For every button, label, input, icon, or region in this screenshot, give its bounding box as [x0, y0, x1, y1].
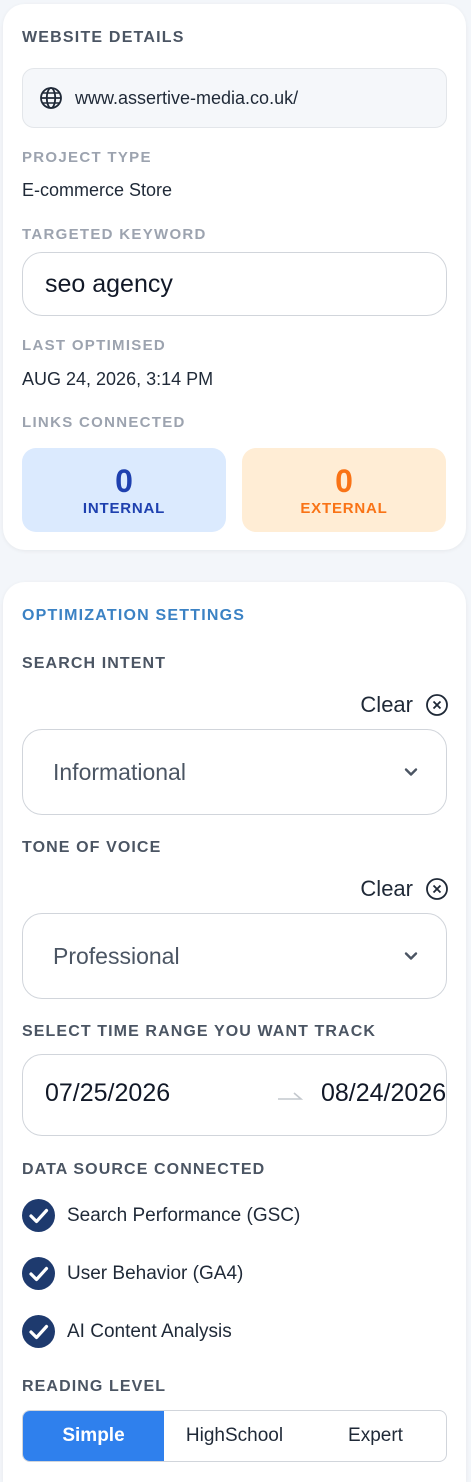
- data-source-ai[interactable]: AI Content Analysis: [22, 1315, 232, 1348]
- search-intent-value: Informational: [53, 758, 186, 785]
- check-circle-icon[interactable]: [22, 1199, 55, 1232]
- date-range-picker[interactable]: 07/25/2026 08/24/2026: [22, 1054, 447, 1136]
- reading-level-simple[interactable]: Simple: [23, 1411, 164, 1461]
- optimization-settings-title: OPTIMIZATION SETTINGS: [22, 607, 246, 624]
- project-type-label: PROJECT TYPE: [22, 149, 152, 166]
- external-links-label: EXTERNAL: [300, 499, 388, 517]
- data-source-label-gsc: Search Performance (GSC): [67, 1204, 301, 1226]
- reading-level-label: READING LEVEL: [22, 1378, 167, 1395]
- website-details-card: WEBSITE DETAILS www.assertive-media.co.u…: [3, 4, 466, 550]
- tone-clear-button[interactable]: Clear: [360, 876, 449, 902]
- website-details-title: WEBSITE DETAILS: [22, 29, 185, 46]
- chevron-down-icon: [402, 947, 420, 965]
- date-range-end[interactable]: 08/24/2026: [321, 1079, 446, 1108]
- data-source-label-ai: AI Content Analysis: [67, 1320, 232, 1342]
- search-intent-clear-button[interactable]: Clear: [360, 692, 449, 718]
- time-range-label: SELECT TIME RANGE YOU WANT TRACK: [22, 1023, 377, 1040]
- targeted-keyword-field[interactable]: seo agency: [22, 252, 447, 316]
- internal-links-label: INTERNAL: [82, 499, 166, 517]
- date-range-start[interactable]: 07/25/2026: [45, 1079, 170, 1108]
- tone-of-voice-select[interactable]: Professional: [22, 913, 447, 999]
- internal-links-count: 0: [115, 462, 133, 499]
- data-source-ga4[interactable]: User Behavior (GA4): [22, 1257, 243, 1290]
- search-intent-clear-label: Clear: [360, 692, 413, 717]
- data-source-gsc[interactable]: Search Performance (GSC): [22, 1199, 300, 1232]
- arrow-right-icon: [277, 1089, 303, 1101]
- targeted-keyword-label: TARGETED KEYWORD: [22, 226, 207, 243]
- project-type-value: E-commerce Store: [22, 180, 173, 200]
- website-url: www.assertive-media.co.uk/: [75, 87, 299, 108]
- data-source-label: DATA SOURCE CONNECTED: [22, 1161, 266, 1178]
- reading-level-selector: Simple HighSchool Expert: [22, 1410, 447, 1462]
- website-url-box: www.assertive-media.co.uk/: [22, 68, 447, 128]
- check-circle-icon[interactable]: [22, 1257, 55, 1290]
- last-optimised-label: LAST OPTIMISED: [22, 337, 167, 354]
- tone-of-voice-label: TONE OF VOICE: [22, 839, 162, 856]
- optimization-settings-card: OPTIMIZATION SETTINGS SEARCH INTENT Clea…: [3, 582, 466, 1482]
- links-connected-label: LINKS CONNECTED: [22, 414, 186, 431]
- check-circle-icon[interactable]: [22, 1315, 55, 1348]
- globe-icon: [39, 86, 63, 110]
- chevron-down-icon: [402, 763, 420, 781]
- search-intent-label: SEARCH INTENT: [22, 655, 167, 672]
- tone-of-voice-value: Professional: [53, 942, 180, 969]
- data-source-label-ga4: User Behavior (GA4): [67, 1262, 244, 1284]
- reading-level-highschool[interactable]: HighSchool: [164, 1411, 305, 1461]
- external-links-count: 0: [335, 462, 353, 499]
- tone-clear-label: Clear: [360, 876, 413, 901]
- external-links-tile: 0 EXTERNAL: [242, 448, 446, 532]
- close-circle-icon[interactable]: [425, 877, 449, 901]
- reading-level-expert[interactable]: Expert: [305, 1411, 446, 1461]
- internal-links-tile: 0 INTERNAL: [22, 448, 226, 532]
- close-circle-icon[interactable]: [425, 693, 449, 717]
- last-optimised-value: AUG 24, 2026, 3:14 PM: [22, 369, 214, 389]
- search-intent-select[interactable]: Informational: [22, 729, 447, 815]
